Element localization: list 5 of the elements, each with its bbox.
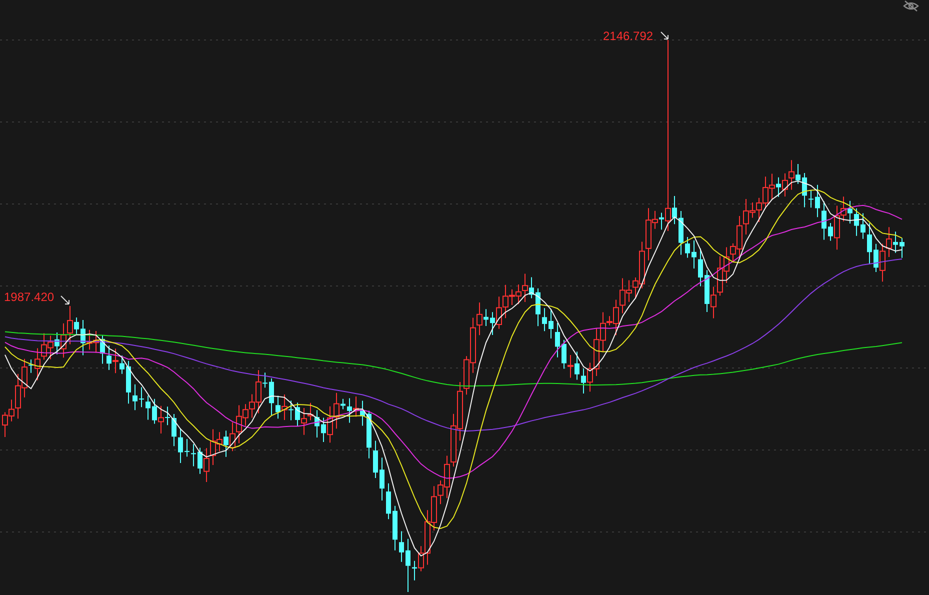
low-price-label: 1987.420 [4, 290, 54, 304]
arrow-icon [660, 32, 668, 40]
arrow-icon [60, 296, 70, 304]
high-price-label: 2146.792 [603, 29, 654, 43]
hide-icon[interactable] [903, 0, 919, 12]
